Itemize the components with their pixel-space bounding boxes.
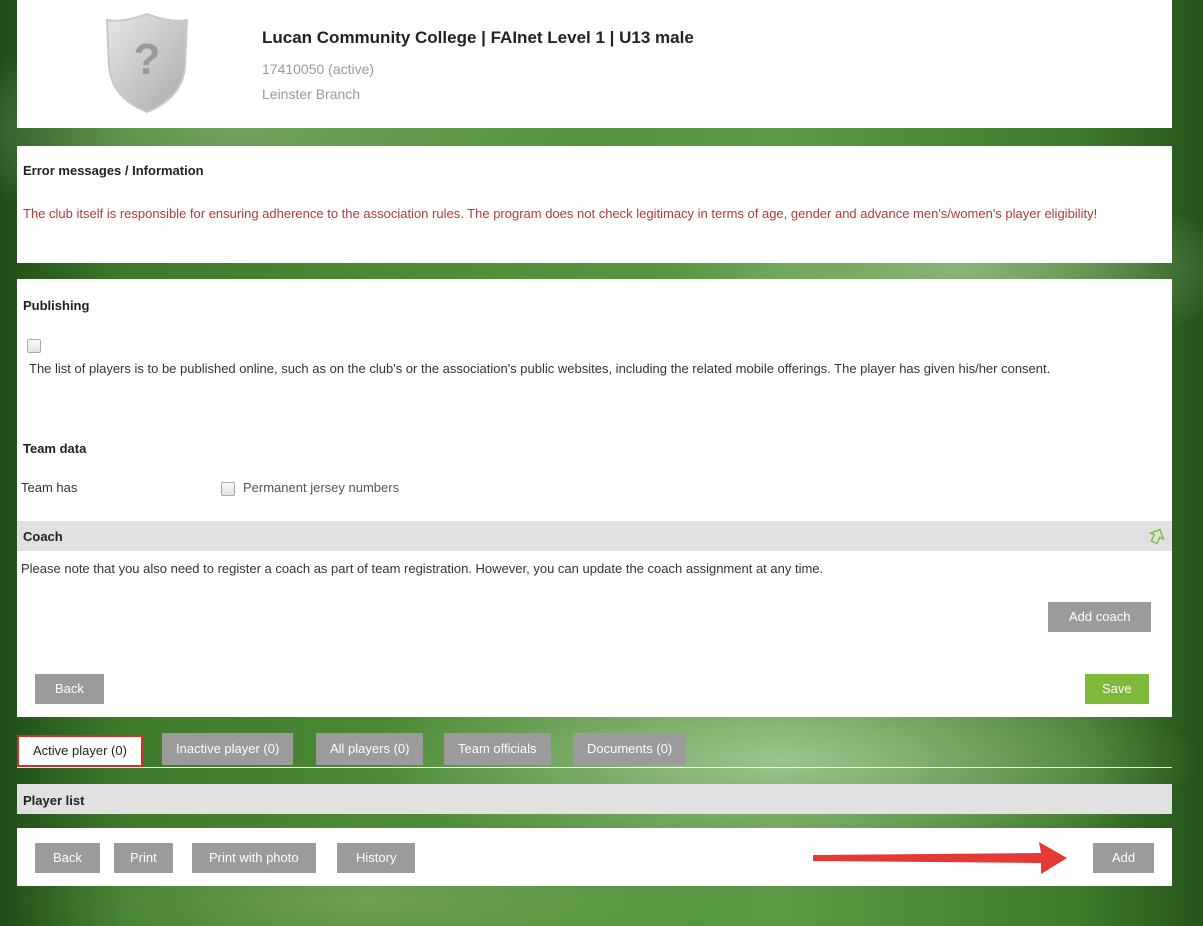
team-form-panel: Publishing The list of players is to be … bbox=[17, 279, 1172, 717]
club-id-status: 17410050 (active) bbox=[262, 61, 375, 77]
club-branch: Leinster Branch bbox=[262, 86, 361, 102]
club-title: Lucan Community College | FAInet Level 1… bbox=[262, 28, 694, 47]
club-header: ? Lucan Community College | FAInet Level… bbox=[17, 0, 1172, 128]
tab-inactive-player[interactable]: Inactive player (0) bbox=[162, 733, 294, 765]
player-list-bar: Player list bbox=[17, 784, 1172, 814]
coach-section-bar: Coach bbox=[17, 521, 1172, 551]
pointer-arrow-icon bbox=[813, 842, 1067, 874]
form-back-button[interactable]: Back bbox=[35, 674, 104, 704]
error-panel: Error messages / Information The club it… bbox=[17, 146, 1172, 263]
club-placeholder-shield-icon: ? bbox=[105, 12, 189, 114]
publishing-consent-checkbox[interactable] bbox=[27, 339, 41, 353]
collapse-up-icon[interactable] bbox=[1148, 527, 1166, 545]
history-button[interactable]: History bbox=[337, 843, 416, 873]
player-list-heading: Player list bbox=[23, 793, 85, 808]
publishing-consent-text: The list of players is to be published o… bbox=[29, 361, 1051, 376]
permanent-jersey-label: Permanent jersey numbers bbox=[243, 480, 400, 495]
svg-text:?: ? bbox=[134, 35, 161, 84]
add-player-button[interactable]: Add bbox=[1093, 843, 1155, 873]
list-back-button[interactable]: Back bbox=[35, 843, 100, 873]
tab-all-players[interactable]: All players (0) bbox=[316, 733, 424, 765]
error-heading: Error messages / Information bbox=[23, 163, 204, 178]
coach-note: Please note that you also need to regist… bbox=[21, 561, 824, 576]
tab-team-officials[interactable]: Team officials bbox=[444, 733, 551, 765]
print-button[interactable]: Print bbox=[114, 843, 173, 873]
permanent-jersey-checkbox[interactable] bbox=[221, 482, 235, 496]
team-data-heading: Team data bbox=[23, 441, 87, 456]
coach-heading: Coach bbox=[23, 529, 63, 544]
team-has-label: Team has bbox=[21, 480, 78, 495]
tabs-underline bbox=[17, 767, 1172, 768]
save-button[interactable]: Save bbox=[1085, 674, 1149, 704]
print-with-photo-button[interactable]: Print with photo bbox=[192, 843, 316, 873]
tab-documents[interactable]: Documents (0) bbox=[573, 733, 687, 765]
tab-active-player[interactable]: Active player (0) bbox=[17, 735, 143, 767]
add-coach-button[interactable]: Add coach bbox=[1048, 602, 1152, 632]
list-actions-panel: Back Print Print with photo History Add bbox=[17, 828, 1172, 886]
publishing-heading: Publishing bbox=[23, 298, 90, 313]
error-message: The club itself is responsible for ensur… bbox=[23, 206, 1098, 221]
